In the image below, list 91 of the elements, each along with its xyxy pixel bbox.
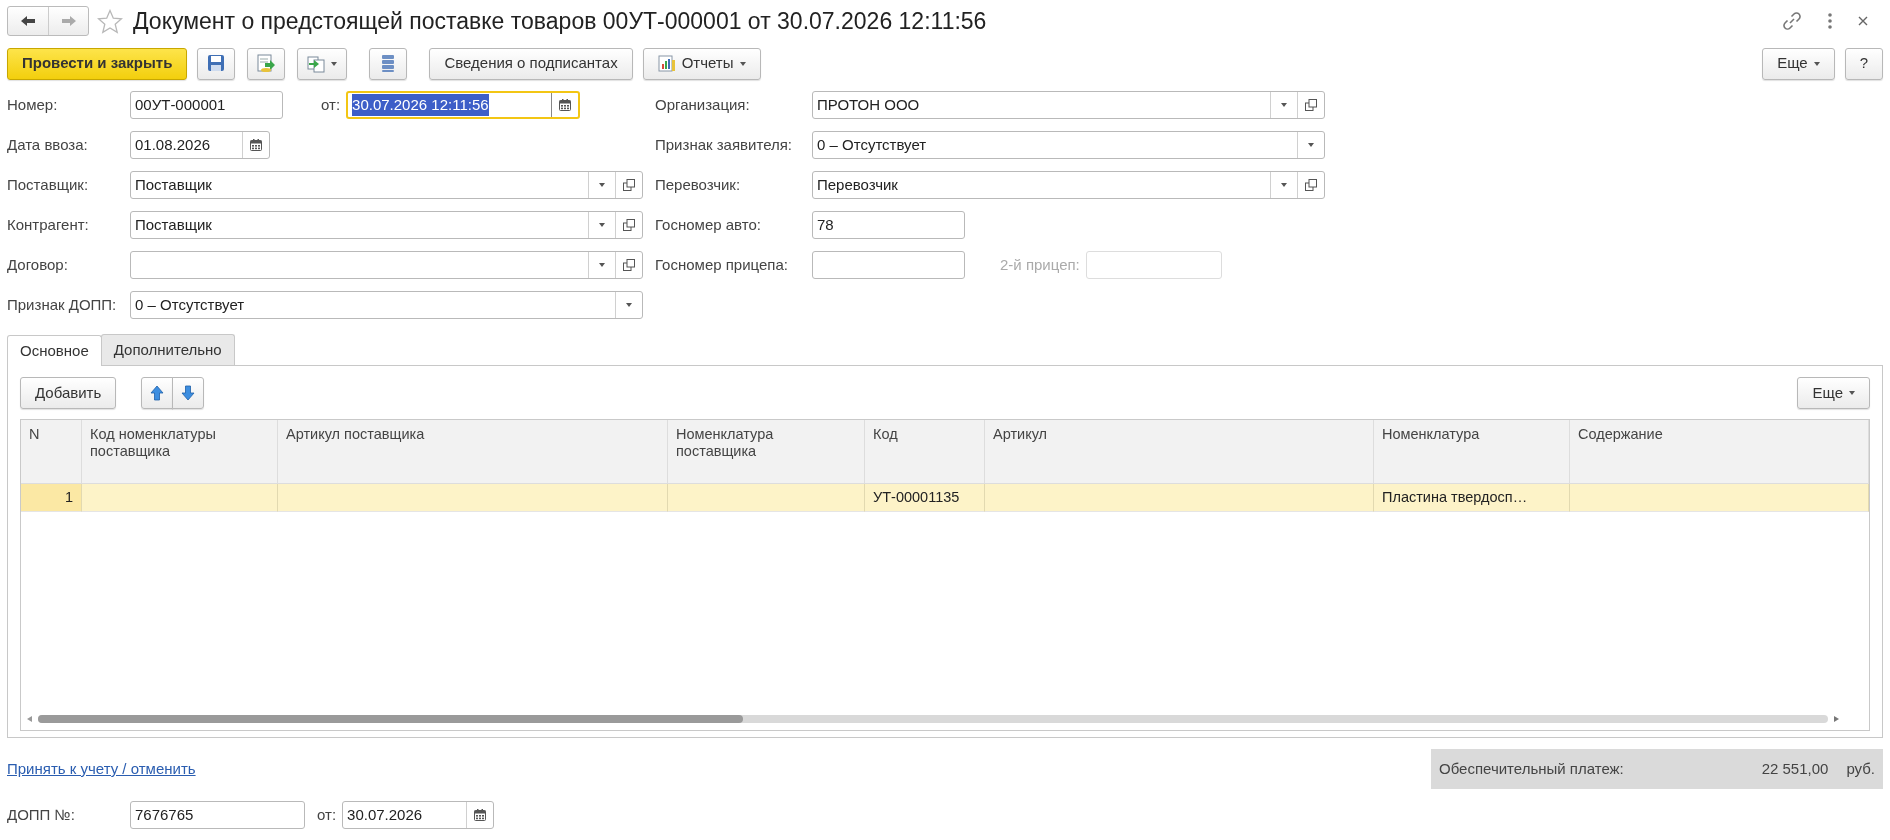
date-field[interactable]: 30.07.2026 12:11:56 — [346, 91, 581, 119]
caret-icon — [599, 263, 605, 267]
left-arrow-icon — [20, 15, 36, 27]
input-field[interactable]: 00УТ-000001 — [130, 91, 283, 119]
chart-document-icon — [657, 54, 676, 73]
field-label: Перевозчик: — [655, 174, 742, 195]
add-button[interactable]: Добавить — [20, 377, 117, 409]
link-icon[interactable] — [1782, 11, 1802, 31]
create-based-button[interactable] — [297, 47, 348, 80]
field-label: Номер: — [7, 94, 59, 115]
table-row[interactable]: 1 УТ-00001135 Пластина твердосп… — [21, 484, 1869, 512]
payment-amount: 22 551,00 — [1761, 758, 1829, 779]
horizontal-scrollbar[interactable] — [38, 715, 1828, 723]
open-icon — [1305, 99, 1317, 111]
column-header[interactable]: Артикул — [985, 420, 1374, 484]
select-field[interactable]: ПРОТОН ООО — [812, 91, 1325, 119]
column-header[interactable]: Номенклатура поставщика — [668, 420, 865, 484]
input-field[interactable]: 78 — [812, 211, 965, 239]
input-field[interactable]: 7676765 — [130, 801, 305, 829]
right-arrow-icon — [60, 15, 77, 27]
tab[interactable]: Основное — [7, 335, 102, 366]
column-header[interactable]: Код — [865, 420, 985, 484]
calendar-icon — [559, 99, 572, 111]
down-arrow-icon — [181, 385, 196, 401]
up-arrow-icon — [150, 385, 165, 401]
move-up-button[interactable] — [141, 377, 174, 409]
field-label: Поставщик: — [7, 174, 90, 195]
field-label: Контрагент: — [7, 214, 90, 235]
save-button[interactable] — [197, 47, 236, 80]
document-arrow-icon — [257, 54, 276, 73]
open-icon — [623, 259, 635, 271]
field-label: от: — [317, 804, 337, 825]
select-field[interactable]: Поставщик — [130, 211, 643, 239]
field-label: от: — [321, 94, 341, 115]
window-title: Документ о предстоящей поставке товаров 00УТ-000001 от 30.07.2026 12:11:56 — [133, 6, 987, 36]
caret-icon — [599, 183, 605, 187]
select-field[interactable]: 0 – Отсутствует — [812, 131, 1325, 159]
scroll-left-icon — [27, 716, 32, 722]
caret-icon — [1308, 143, 1314, 147]
more-button[interactable]: Еще — [1797, 377, 1870, 409]
open-icon — [623, 219, 635, 231]
documents-arrow-icon — [307, 54, 326, 73]
more-button[interactable]: Еще — [1762, 47, 1835, 80]
input-field[interactable] — [812, 251, 965, 279]
select-field[interactable]: Перевозчик — [812, 171, 1325, 199]
caret-icon — [626, 303, 632, 307]
field-label: 2-й прицеп: — [1000, 254, 1080, 275]
date-field[interactable]: 01.08.2026 — [130, 131, 270, 159]
select-field[interactable]: 0 – Отсутствует — [130, 291, 643, 319]
field-label: Признак заявителя: — [655, 134, 793, 155]
tab[interactable]: Дополнительно — [100, 334, 235, 365]
caret-icon — [1849, 391, 1855, 395]
star-icon[interactable] — [97, 8, 123, 34]
date-field[interactable]: 30.07.2026 — [342, 801, 495, 829]
column-header[interactable]: Содержание — [1570, 420, 1869, 484]
select-field[interactable]: Поставщик — [130, 171, 643, 199]
caret-icon — [1281, 103, 1287, 107]
column-header[interactable]: Код номенклатуры поставщика — [82, 420, 278, 484]
caret-icon — [599, 223, 605, 227]
payment-label: Обеспечительный платеж: — [1439, 758, 1624, 779]
field-label: Признак ДОПП: — [7, 294, 118, 315]
field-label: Дата ввоза: — [7, 134, 89, 155]
close-icon[interactable] — [1858, 16, 1868, 26]
table-cell: Пластина твердосп… — [1374, 484, 1570, 512]
column-header[interactable]: N — [21, 420, 82, 484]
select-field[interactable] — [130, 251, 643, 279]
open-icon — [1305, 179, 1317, 191]
field-label: Договор: — [7, 254, 69, 275]
more-icon[interactable] — [1828, 13, 1832, 29]
field-label: ДОПП №: — [7, 804, 76, 825]
field-label: Госномер прицепа: — [655, 254, 789, 275]
structure-button[interactable] — [369, 47, 408, 80]
field-label: Госномер авто: — [655, 214, 762, 235]
calendar-icon — [474, 809, 487, 821]
caret-icon — [1281, 183, 1287, 187]
table-cell: 1 — [21, 484, 82, 512]
table-cell: УТ-00001135 — [865, 484, 985, 512]
toolbar-button[interactable]: Сведения о подписантах — [429, 47, 633, 80]
open-icon — [623, 179, 635, 191]
post-button[interactable] — [247, 47, 286, 80]
reports-button[interactable]: Отчеты — [642, 47, 761, 80]
column-header[interactable]: Артикул поставщика — [278, 420, 668, 484]
post-and-close-button[interactable]: Провести и закрыть — [7, 47, 188, 80]
link[interactable]: Принять к учету / отменить — [7, 757, 196, 781]
column-header[interactable]: Номенклатура — [1374, 420, 1570, 484]
help-button[interactable]: ? — [1844, 47, 1883, 80]
move-down-button[interactable] — [172, 377, 205, 409]
calendar-icon — [250, 139, 262, 151]
field-label: Организация: — [655, 94, 751, 115]
scroll-right-icon — [1834, 716, 1839, 722]
currency-label: руб. — [1846, 758, 1875, 779]
